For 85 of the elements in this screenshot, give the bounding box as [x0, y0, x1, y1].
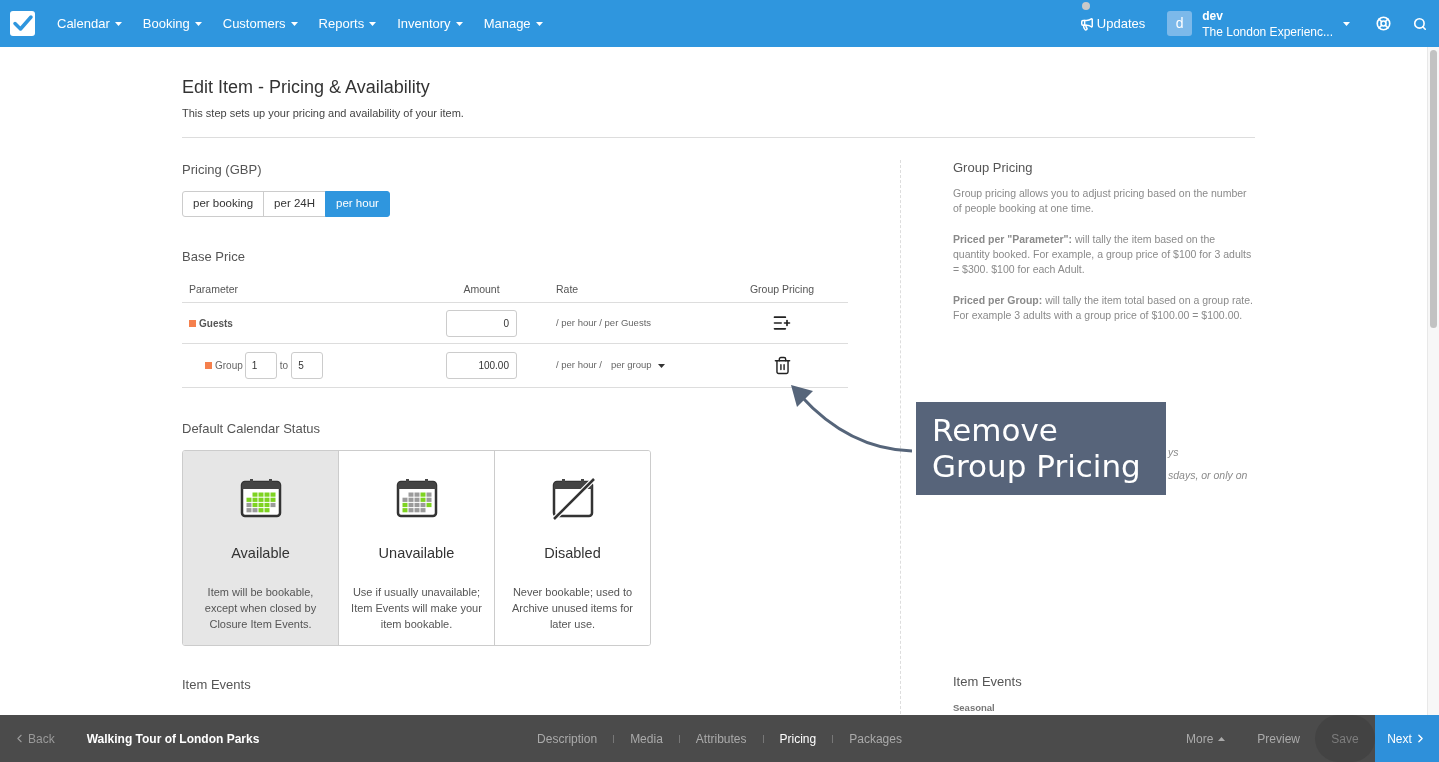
calendar-grid-icon: [394, 476, 439, 520]
status-description: Use if usually unavailable; Item Events will make your item bookable.: [350, 585, 483, 632]
group-from-field[interactable]: 1: [244, 352, 277, 379]
caret-icon: [290, 21, 298, 26]
caret-icon: [369, 21, 377, 26]
remove-group-pricing-button[interactable]: [772, 356, 792, 375]
account-menu-button[interactable]: dev The London Experienc...: [1202, 7, 1350, 40]
pricing-unit-tab[interactable]: per hour: [325, 191, 390, 217]
page-subtitle: This step sets up your pricing and availability of your item.: [182, 106, 465, 120]
help-heading: Item Events: [953, 674, 1023, 690]
nav-menu-item[interactable]: Booking: [142, 13, 202, 34]
scrollbar-thumb[interactable]: [1430, 50, 1437, 328]
nav-menu-item[interactable]: Customers: [222, 13, 298, 34]
parameter-name: Guests: [199, 316, 233, 331]
section-heading: Item Events: [182, 677, 252, 693]
caret-icon: [535, 21, 543, 26]
column-header: Rate: [555, 281, 580, 297]
page-title: Edit Item - Pricing & Availability: [182, 76, 431, 98]
help-text-fragment: ys: [1168, 445, 1179, 460]
amount-field[interactable]: 0: [446, 309, 517, 337]
column-header: Group Pricing: [748, 281, 816, 297]
section-heading: Base Price: [182, 249, 246, 265]
group-label: Group: [215, 359, 243, 373]
next-button[interactable]: Next: [1375, 715, 1439, 762]
scrollbar-track[interactable]: [1427, 47, 1439, 715]
add-group-pricing-button[interactable]: [772, 313, 792, 333]
step-tab[interactable]: Packages: [833, 729, 918, 748]
help-button[interactable]: [1376, 16, 1391, 31]
column-header: Amount: [462, 281, 501, 297]
megaphone-icon: [1079, 16, 1094, 31]
caret-icon: [194, 21, 202, 26]
amount-field[interactable]: 100.00: [446, 352, 517, 379]
status-description: Never bookable; used to Archive unused items for later use.: [510, 585, 635, 632]
nav-menu-item[interactable]: Reports: [318, 13, 377, 34]
updates-button[interactable]: Updates: [1079, 13, 1146, 34]
nav-menu-item[interactable]: Manage: [483, 13, 543, 34]
group-to-field[interactable]: 5: [291, 352, 324, 379]
pricing-unit-tab[interactable]: per 24H: [263, 191, 327, 217]
more-button[interactable]: More: [1185, 729, 1226, 748]
help-subheading: Seasonal: [953, 702, 996, 714]
pricing-unit-tab[interactable]: per booking: [182, 191, 265, 217]
status-title: Unavailable: [378, 544, 455, 562]
lifebuoy-icon: [1376, 16, 1391, 31]
rate-select[interactable]: per group: [610, 358, 665, 373]
status-title: Disabled: [544, 544, 601, 562]
calendar-grid-icon: [238, 476, 283, 520]
step-tab[interactable]: Media: [614, 729, 679, 748]
to-label: to: [279, 359, 289, 373]
back-button[interactable]: Back: [13, 729, 55, 748]
user-avatar: d: [1167, 11, 1193, 36]
checkbox-logo-icon[interactable]: [10, 11, 35, 36]
section-heading: Pricing (GBP): [182, 162, 263, 178]
calendar-status-option[interactable]: Available Item will be bookable, except when closed by Closure Item Events.: [183, 451, 338, 645]
callout-text: Remove Group Pricing: [932, 412, 1142, 484]
section-heading: Default Calendar Status: [182, 421, 322, 437]
step-tab[interactable]: Description: [521, 729, 614, 748]
column-header: Parameter: [188, 281, 240, 297]
list-plus-icon: [772, 313, 792, 333]
help-heading: Group Pricing: [953, 160, 1034, 176]
parameter-color-swatch-icon: [189, 319, 196, 327]
step-tab[interactable]: Pricing: [763, 729, 833, 748]
trash-icon: [772, 356, 792, 375]
status-description: Item will be bookable, except when closed by Closure Item Events.: [203, 585, 318, 632]
crossed-out-calendar-icon: [550, 476, 595, 520]
caret-icon: [657, 363, 665, 368]
nav-menu-item[interactable]: Calendar: [57, 13, 122, 34]
search-icon: [1413, 16, 1427, 31]
caret-icon: [114, 21, 122, 26]
caret-icon: [1218, 736, 1226, 741]
search-button[interactable]: [1413, 16, 1427, 31]
caret-icon: [1343, 21, 1350, 26]
help-text-fragment: sdays, or only on: [1168, 468, 1248, 483]
item-name: Walking Tour of London Parks: [86, 730, 260, 748]
calendar-status-option[interactable]: Disabled Never bookable; used to Archive unused items for later use.: [494, 451, 650, 645]
caret-icon: [455, 21, 463, 26]
status-title: Available: [231, 544, 290, 562]
help-paragraph: Priced per "Parameter": will tally the item based on the quantity booked. For example, a group price of $100 for 3 adults = $300. $100 for each Adult.: [953, 232, 1253, 277]
preview-button[interactable]: Preview: [1257, 729, 1300, 748]
step-tab[interactable]: Attributes: [679, 729, 763, 748]
parameter-color-swatch-icon: [205, 362, 212, 369]
help-paragraph: Priced per Group: will tally the item total based on a group rate. For example 3 adults with a group price of $100.00 = $100.00.: [953, 293, 1254, 323]
help-paragraph: Group pricing allows you to adjust pricing based on the number of people booking at one time.: [953, 186, 1248, 216]
rate-text: / per hour / per Guests: [556, 315, 652, 330]
nav-menu-item[interactable]: Inventory: [397, 13, 463, 34]
rate-text: / per hour /: [556, 358, 602, 373]
